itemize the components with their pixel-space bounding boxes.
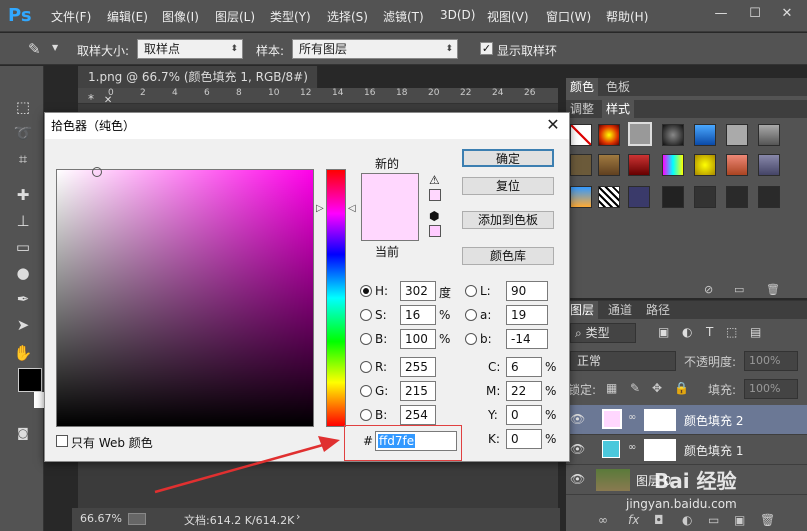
annotation-arrow	[154, 436, 340, 494]
